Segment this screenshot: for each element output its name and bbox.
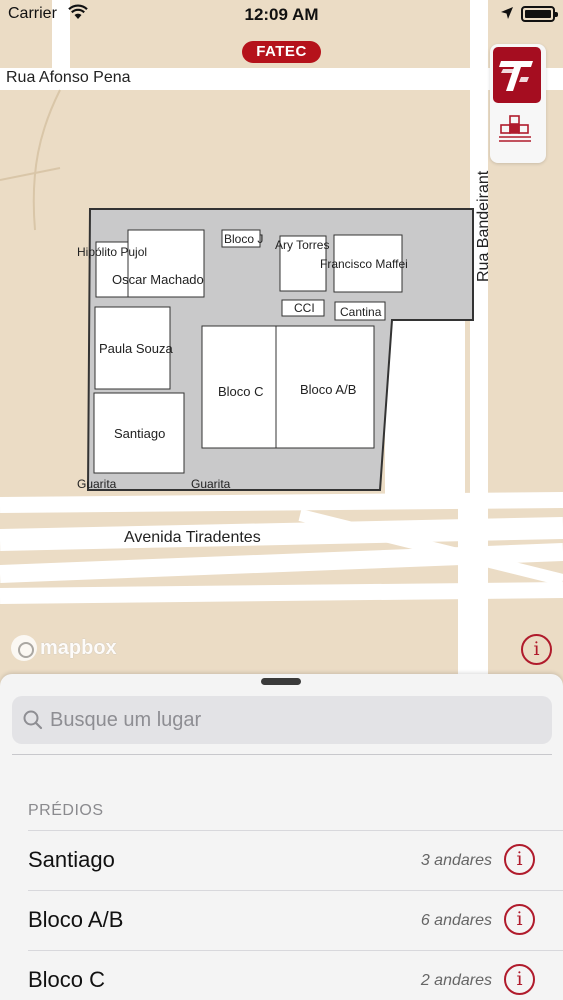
building-floor-count: 3 andares — [420, 852, 492, 869]
status-bar: Carrier 12:09 AM — [0, 0, 563, 30]
mapbox-wordmark: mapbox — [40, 636, 117, 659]
fatec-logo-icon — [499, 61, 533, 91]
building-name: Santiago — [28, 847, 115, 872]
location-arrow-icon — [501, 7, 513, 19]
mapbox-attribution[interactable]: mapbox — [11, 634, 117, 662]
row-divider — [28, 950, 563, 951]
building-info-button[interactable]: i — [504, 964, 535, 995]
map-label-cantina[interactable]: Cantina — [340, 305, 381, 319]
map-label-bloco-ab[interactable]: Bloco A/B — [300, 382, 356, 397]
map-label-guarita-2[interactable]: Guarita — [191, 477, 230, 491]
map-label-bloco-j[interactable]: Bloco J — [224, 232, 263, 246]
map-label-hipolito-pujol[interactable]: Hipólito Pujol — [77, 245, 147, 259]
row-divider — [28, 830, 563, 831]
search-bar[interactable] — [12, 696, 552, 744]
campus-badge[interactable]: FATEC — [242, 41, 321, 63]
search-divider — [12, 754, 552, 755]
building-row-bloco-c[interactable]: Bloco C 2 andares i — [0, 950, 563, 1000]
building-row-bloco-ab[interactable]: Bloco A/B 6 andares i — [0, 890, 563, 950]
street-label-tiradentes: Avenida Tiradentes — [124, 529, 261, 546]
street-label-afonso-pena: Rua Afonso Pena — [6, 69, 131, 86]
map-label-oscar-machado[interactable]: Oscar Machado — [112, 272, 204, 287]
map-label-bloco-c[interactable]: Bloco C — [218, 384, 264, 399]
battery-icon — [521, 6, 558, 22]
mapbox-logo-icon — [11, 635, 37, 661]
building-info-button[interactable]: i — [504, 904, 535, 935]
building-name: Bloco A/B — [28, 907, 124, 932]
street-label-bandeirante: Rua Bandeirant — [475, 170, 492, 282]
building-name: Bloco C — [28, 967, 106, 992]
section-header-buildings: PRÉDIOS — [28, 802, 104, 819]
map-label-paula-souza[interactable]: Paula Souza — [99, 341, 173, 356]
map-label-francisco-maffei[interactable]: Francisco Maffei — [320, 257, 408, 271]
building-floor-count: 2 andares — [420, 972, 492, 989]
bottom-sheet: PRÉDIOS Santiago 3 andares i Bloco A/B 6… — [0, 674, 563, 1000]
map-label-ary-torres[interactable]: Ary Torres — [275, 238, 329, 252]
row-divider — [28, 890, 563, 891]
status-time: 12:09 AM — [244, 5, 319, 24]
map-label-santiago[interactable]: Santiago — [114, 426, 165, 441]
building-floor-count: 6 andares — [420, 912, 492, 929]
map-control-panel — [490, 44, 546, 163]
building-info-button[interactable]: i — [504, 844, 535, 875]
street-network — [0, 0, 563, 678]
search-icon — [23, 710, 43, 730]
fatec-logo-button[interactable] — [493, 47, 541, 103]
map-info-button[interactable]: i — [521, 634, 552, 665]
building-row-santiago[interactable]: Santiago 3 andares i — [0, 830, 563, 890]
campus-map[interactable]: Rua Afonso Pena Avenida Tiradentes Rua B… — [0, 0, 563, 678]
sheet-grabber-handle[interactable] — [261, 678, 301, 685]
floor-selector-icon[interactable] — [498, 115, 534, 148]
search-input[interactable] — [50, 704, 540, 736]
map-label-guarita-1[interactable]: Guarita — [77, 477, 116, 491]
map-label-cci[interactable]: CCI — [294, 301, 315, 315]
